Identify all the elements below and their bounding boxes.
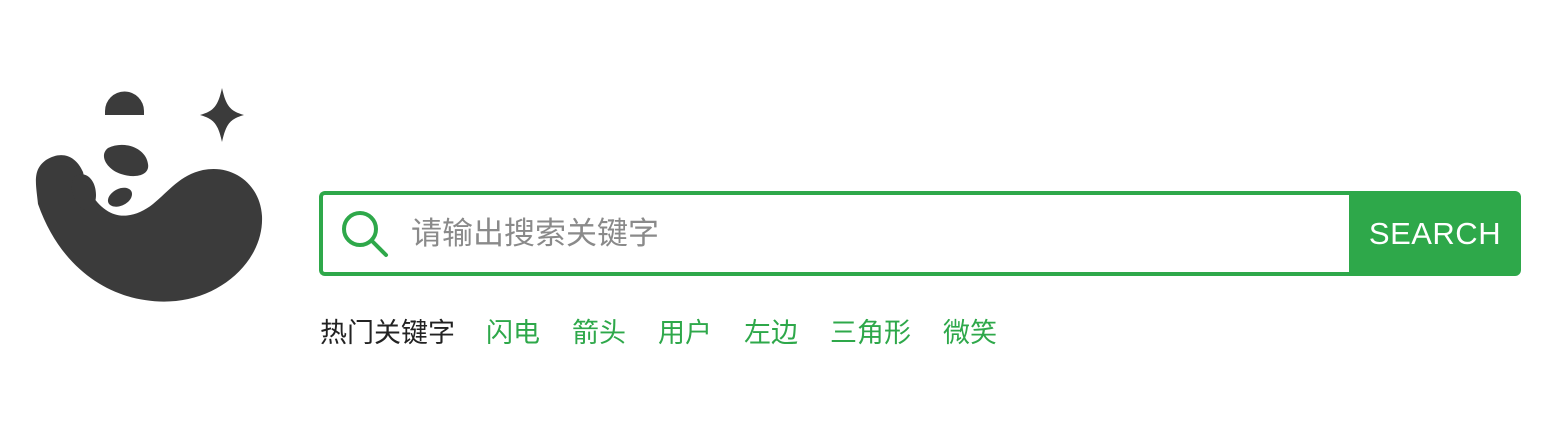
search-form: SEARCH [319,191,1521,276]
search-box [319,191,1349,276]
search-icon [342,210,388,257]
panda-logo-icon [35,88,263,302]
hot-keywords-label: 热门关键字 [320,317,455,349]
hot-keyword-lightning-link[interactable]: 闪电 [486,311,540,350]
hot-keyword-left-link[interactable]: 左边 [744,311,798,350]
hot-keyword-arrow-link[interactable]: 箭头 [572,311,626,350]
hot-keyword-user-link[interactable]: 用户 [658,311,712,350]
search-page: SEARCH 热门关键字 闪电 箭头 用户 左边 三角形 微笑 [0,0,1562,444]
hot-keyword-smile-link[interactable]: 微笑 [943,311,997,350]
search-input[interactable] [411,203,1349,264]
hot-keyword-triangle-link[interactable]: 三角形 [830,311,911,350]
search-button[interactable]: SEARCH [1349,191,1521,276]
hot-keywords-bar: 热门关键字 闪电 箭头 用户 左边 三角形 微笑 [320,307,1029,353]
